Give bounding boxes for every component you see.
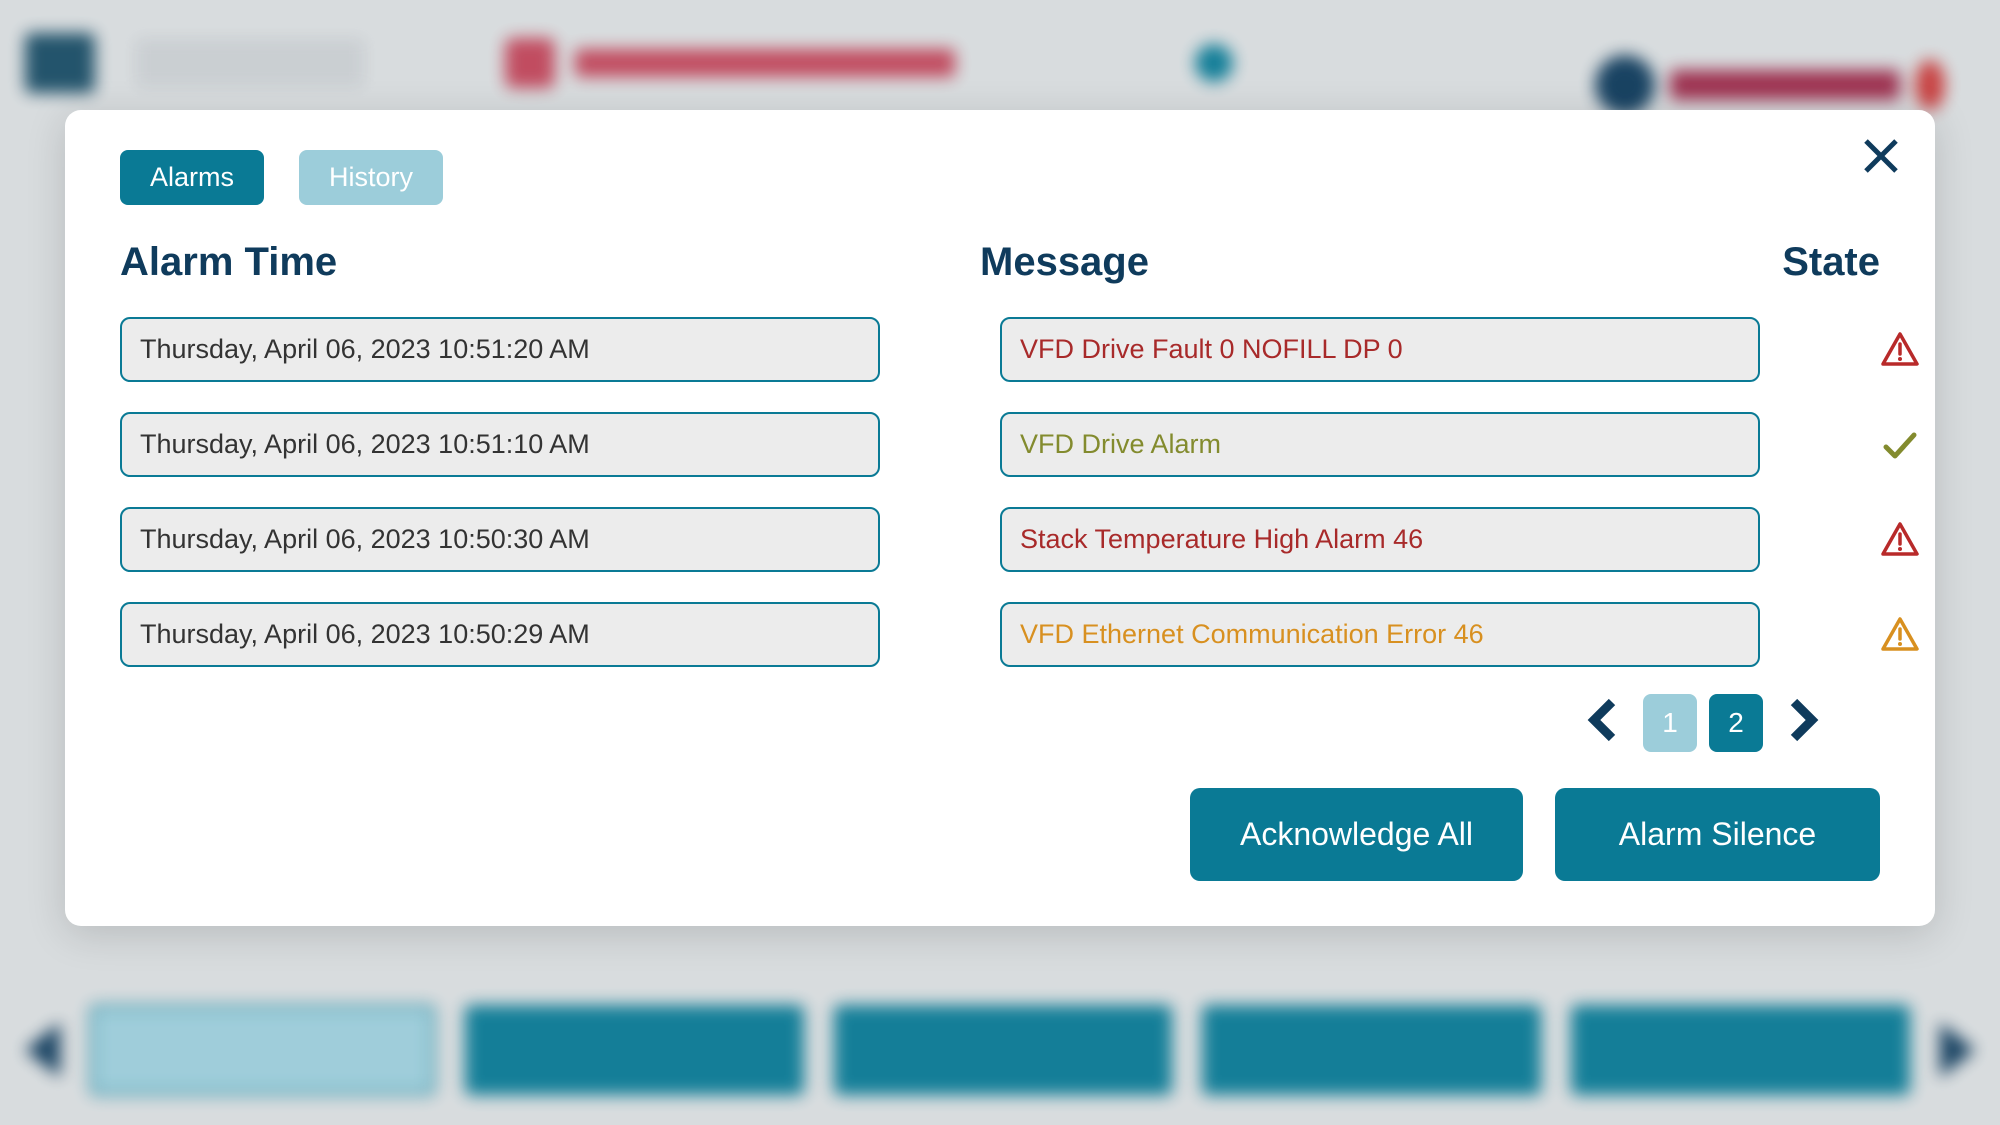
alarm-row: Thursday, April 06, 2023 10:51:10 AM VFD … xyxy=(120,412,1880,477)
check-icon xyxy=(1880,425,1920,465)
acknowledge-all-button[interactable]: Acknowledge All xyxy=(1190,788,1523,881)
alarm-list: Thursday, April 06, 2023 10:51:20 AM VFD … xyxy=(120,317,1880,667)
page-prev-button[interactable] xyxy=(1581,692,1625,753)
alarm-time-cell: Thursday, April 06, 2023 10:50:30 AM xyxy=(120,507,880,572)
alarm-state-cell xyxy=(1880,425,1955,465)
alarm-row: Thursday, April 06, 2023 10:50:29 AM VFD … xyxy=(120,602,1880,667)
alarm-state-cell xyxy=(1880,520,1955,560)
close-icon xyxy=(1862,137,1900,175)
alarm-time-cell: Thursday, April 06, 2023 10:50:29 AM xyxy=(120,602,880,667)
alarm-message-cell: Stack Temperature High Alarm 46 xyxy=(1000,507,1760,572)
close-button[interactable] xyxy=(1857,132,1905,185)
action-buttons: Acknowledge All Alarm Silence xyxy=(120,788,1880,881)
alarm-time-cell: Thursday, April 06, 2023 10:51:20 AM xyxy=(120,317,880,382)
alarm-time-cell: Thursday, April 06, 2023 10:51:10 AM xyxy=(120,412,880,477)
header-alarm-time: Alarm Time xyxy=(120,240,880,285)
chevron-right-icon xyxy=(1786,697,1820,743)
page-number-button[interactable]: 1 xyxy=(1643,694,1697,752)
header-message: Message xyxy=(980,240,1660,285)
alarm-message-cell: VFD Ethernet Communication Error 46 xyxy=(1000,602,1760,667)
alert-error-icon xyxy=(1880,330,1920,370)
alarm-row: Thursday, April 06, 2023 10:50:30 AM Stac… xyxy=(120,507,1880,572)
column-headers: Alarm Time Message State xyxy=(120,240,1880,285)
alarm-message-cell: VFD Drive Alarm xyxy=(1000,412,1760,477)
alert-warning-icon xyxy=(1880,615,1920,655)
tab-history[interactable]: History xyxy=(299,150,443,205)
alert-error-icon xyxy=(1880,520,1920,560)
chevron-left-icon xyxy=(1586,697,1620,743)
tab-bar: Alarms History xyxy=(120,150,1880,205)
alarms-modal: Alarms History Alarm Time Message State … xyxy=(65,110,1935,926)
tab-alarms[interactable]: Alarms xyxy=(120,150,264,205)
alarm-state-cell xyxy=(1880,615,1955,655)
page-next-button[interactable] xyxy=(1781,692,1825,753)
header-state: State xyxy=(1760,240,1880,285)
alarm-row: Thursday, April 06, 2023 10:51:20 AM VFD … xyxy=(120,317,1880,382)
alarm-state-cell xyxy=(1880,330,1955,370)
alarm-message-cell: VFD Drive Fault 0 NOFILL DP 0 xyxy=(1000,317,1760,382)
pagination: 12 xyxy=(120,692,1880,753)
page-number-button[interactable]: 2 xyxy=(1709,694,1763,752)
alarm-silence-button[interactable]: Alarm Silence xyxy=(1555,788,1880,881)
